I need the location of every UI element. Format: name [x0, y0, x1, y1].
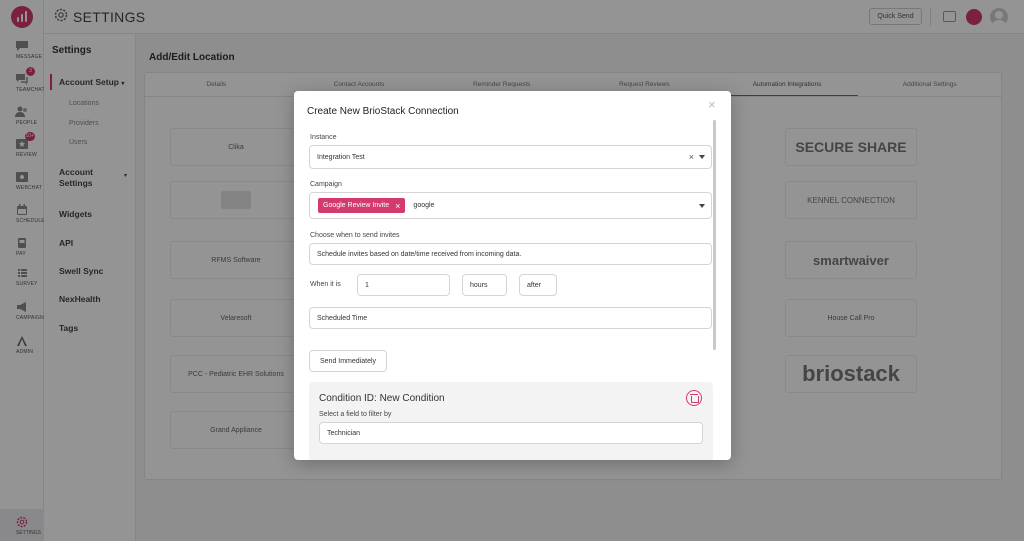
condition-block: Condition ID: New Condition Select a fie… — [309, 382, 713, 460]
send-immediately-button[interactable]: Send Immediately — [309, 350, 387, 372]
when-it-is-label: When it is — [310, 281, 341, 288]
instance-value: Integration Test — [317, 153, 365, 161]
chevron-down-icon[interactable] — [699, 155, 705, 159]
instance-label: Instance — [310, 134, 337, 141]
campaign-label: Campaign — [310, 181, 342, 188]
close-icon[interactable]: × — [708, 98, 716, 111]
filter-label: Select a field to filter by — [319, 411, 392, 418]
unit-select[interactable]: hours — [462, 274, 507, 296]
clear-icon[interactable]: × — [689, 152, 694, 162]
remove-chip-icon[interactable]: × — [395, 201, 400, 211]
modal-scrollbar[interactable] — [713, 120, 716, 350]
condition-title: Condition ID: New Condition — [319, 393, 445, 404]
filter-field-select[interactable]: Technician — [319, 422, 703, 444]
relation-select[interactable]: after — [519, 274, 557, 296]
amount-input[interactable]: 1 — [357, 274, 450, 296]
trash-icon[interactable] — [686, 390, 702, 406]
campaign-search-text[interactable]: google — [413, 202, 434, 209]
instance-select[interactable]: Integration Test × — [309, 145, 712, 169]
time-field-select[interactable]: Scheduled Time — [309, 307, 712, 329]
chevron-down-icon[interactable] — [699, 203, 705, 208]
schedule-mode-select[interactable]: Schedule invites based on date/time rece… — [309, 243, 712, 265]
create-connection-modal: Create New BrioStack Connection × Instan… — [294, 91, 731, 460]
when-label: Choose when to send invites — [310, 232, 400, 239]
modal-title: Create New BrioStack Connection — [307, 106, 459, 117]
campaign-select[interactable]: Google Review Invite × google — [309, 192, 712, 219]
campaign-chip: Google Review Invite × — [318, 198, 406, 213]
